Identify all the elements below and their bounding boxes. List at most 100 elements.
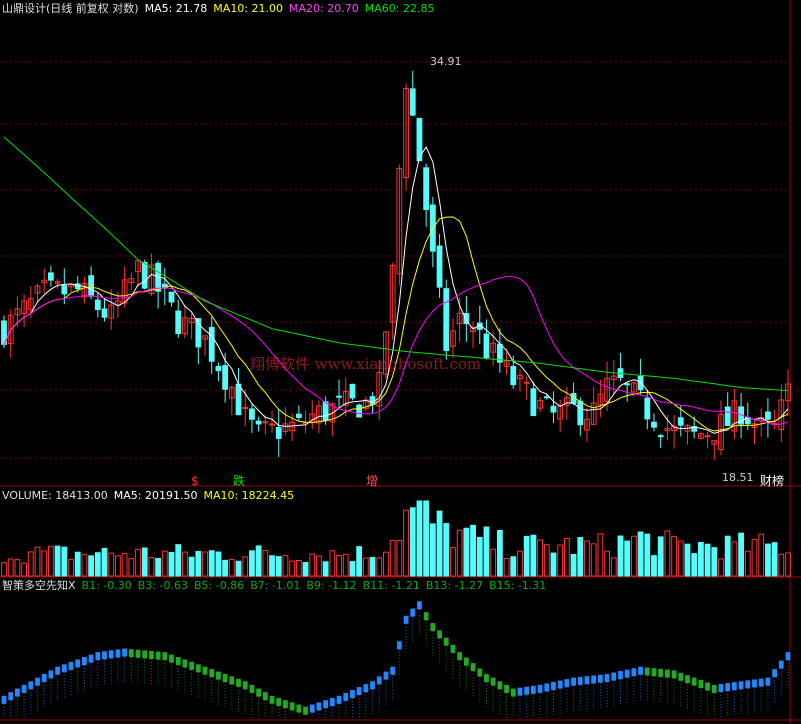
candle-body xyxy=(208,326,215,362)
volume-bar xyxy=(476,536,483,577)
indicator-bar xyxy=(142,650,148,659)
indicator-bar xyxy=(651,668,657,677)
indicator-bar xyxy=(772,669,777,678)
volume-bar xyxy=(161,550,168,577)
indicator-bar xyxy=(490,677,496,686)
indicator-bar xyxy=(671,670,677,679)
volume-bar xyxy=(295,559,302,577)
volume-ma10-label: MA10: 18224.45 xyxy=(203,489,295,502)
volume-bar xyxy=(195,550,202,577)
volume-bar xyxy=(610,557,617,577)
indicator-bar xyxy=(611,672,617,681)
indicator-bar xyxy=(517,687,523,696)
volume-bar xyxy=(557,544,564,577)
candle-body xyxy=(724,406,731,426)
indicator-bar xyxy=(631,668,637,677)
indicator-bar xyxy=(685,675,690,684)
volume-bar xyxy=(208,550,215,577)
indicator-bar xyxy=(403,615,409,624)
indicator-bar xyxy=(189,661,195,670)
event-dollar-glyph: $ xyxy=(191,474,199,488)
candle-body xyxy=(101,308,108,318)
candle-body xyxy=(322,401,329,421)
indicator-bar xyxy=(383,671,389,680)
volume-bar xyxy=(389,540,396,577)
indicator-bar xyxy=(162,652,168,661)
moving-average-lines xyxy=(3,136,789,434)
chart-annotations: 34.91 18.51 跌 增 财榜 $ 翔博软件 www.xiangbosof… xyxy=(191,55,784,488)
indicator-bar xyxy=(262,692,268,701)
indicator-bars xyxy=(1,601,791,718)
volume-bar xyxy=(724,535,731,577)
kline-chart[interactable]: 34.91 18.51 跌 增 财榜 $ 翔博软件 www.xiangbosof… xyxy=(0,0,801,724)
indicator-bar xyxy=(551,682,556,690)
indicator-title: 智策多空先知X xyxy=(2,579,76,592)
indicator-bar xyxy=(309,704,315,713)
volume-bars xyxy=(1,500,791,577)
candle-body xyxy=(436,245,443,288)
candle-body xyxy=(771,422,778,425)
candle-body xyxy=(624,383,631,386)
candle-body xyxy=(577,400,584,426)
indicator-b3: B3: -0.63 xyxy=(137,579,188,592)
indicator-bar xyxy=(135,649,141,658)
indicator-bar xyxy=(785,652,791,661)
candle-body xyxy=(637,375,644,391)
volume-bar xyxy=(309,553,316,577)
volume-bar xyxy=(537,539,543,577)
candle-body xyxy=(222,365,229,390)
volume-bar xyxy=(141,547,148,577)
indicator-bar xyxy=(122,648,128,657)
volume-bar xyxy=(664,530,671,577)
volume-bar xyxy=(1,562,7,577)
volume-bar xyxy=(215,551,222,577)
indicator-bar xyxy=(149,650,154,659)
ma60-label: MA60: 22.85 xyxy=(364,2,435,15)
indicator-bar xyxy=(725,683,731,692)
volume-bar xyxy=(383,551,389,577)
indicator-bar xyxy=(108,650,114,659)
candle-body xyxy=(530,388,537,417)
candle-body xyxy=(295,413,302,418)
volume-bar xyxy=(202,551,208,577)
indicator-bar xyxy=(537,684,543,693)
indicator-bar xyxy=(510,688,516,697)
indicator-bar xyxy=(711,684,717,693)
volume-bar xyxy=(115,555,121,577)
volume-bar xyxy=(48,545,54,577)
indicator-b1: B1: -0.30 xyxy=(81,579,132,592)
indicator-bar xyxy=(15,688,20,697)
volume-bar xyxy=(751,538,758,577)
indicator-bar xyxy=(705,682,710,691)
indicator-bar xyxy=(778,660,784,669)
volume-bar xyxy=(517,550,523,577)
indicator-bar xyxy=(1,695,7,704)
indicator-bar xyxy=(591,675,597,684)
candle-body xyxy=(94,299,101,311)
candle-body xyxy=(168,291,175,303)
indicator-bar xyxy=(624,669,630,678)
volume-bar xyxy=(148,557,155,577)
indicator-bar xyxy=(370,681,375,690)
indicator-bar xyxy=(718,684,724,692)
volume-bar xyxy=(403,509,409,577)
volume-bar xyxy=(94,552,101,577)
volume-bar xyxy=(369,556,376,577)
indicator-bar xyxy=(678,672,684,681)
candle-body xyxy=(543,396,550,399)
indicator-bar xyxy=(336,695,342,704)
indicator-bar xyxy=(497,681,503,690)
indicator-bar xyxy=(504,684,509,693)
candle-body xyxy=(275,427,282,439)
indicator-bar xyxy=(236,678,241,687)
indicator-bar xyxy=(571,677,576,686)
volume-bar xyxy=(577,537,584,577)
volume-bar xyxy=(21,562,28,577)
indicator-b11: B11: -1.21 xyxy=(362,579,420,592)
indicator-bar xyxy=(35,677,40,686)
ma10-label: MA10: 21.00 xyxy=(213,2,284,15)
indicator-bar xyxy=(758,678,764,687)
volume-bar xyxy=(262,550,269,577)
indicator-bar xyxy=(209,669,215,678)
volume-bar xyxy=(275,556,282,577)
